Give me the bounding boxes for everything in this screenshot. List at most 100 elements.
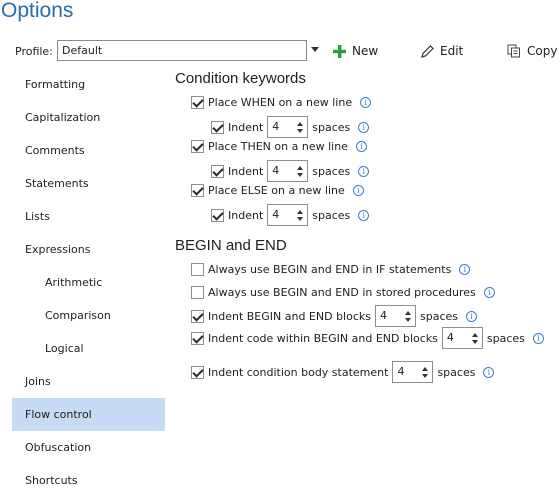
sidebar-item-expressions[interactable]: Expressions [12,233,165,266]
then-spaces-stepper[interactable]: 4 [267,160,309,182]
else-indent-label: Indent [228,208,264,222]
indent-blocks-stepper[interactable]: 4 [375,305,416,327]
when-spaces-stepper[interactable]: 4 [267,116,309,138]
info-icon[interactable]: i [352,185,364,196]
sidebar-item-obfuscation[interactable]: Obfuscation [12,431,165,464]
then-indent-row: Indent 4 spaces i [211,160,370,182]
stored-procedures-label: Always use BEGIN and END in stored proce… [208,286,476,299]
sidebar-item-comparison[interactable]: Comparison [12,299,165,332]
new-profile-label: New [352,44,379,58]
indent-condition-row: Indent condition body statement 4 spaces… [191,361,495,383]
copy-icon [507,44,520,58]
else-indent-checkbox[interactable] [211,208,224,222]
info-icon[interactable]: i [459,264,471,275]
plus-icon [333,44,346,58]
section-heading-begin-end: BEGIN and END [175,237,287,254]
stepper-up-icon[interactable] [405,311,411,315]
info-icon[interactable]: i [483,366,495,378]
stepper-up-icon[interactable] [297,166,304,170]
indent-condition-unit: spaces [437,365,476,379]
indent-blocks-label: Indent BEGIN and END blocks [208,309,371,323]
indent-condition-label: Indent condition body statement [208,365,389,379]
indent-blocks-row: Indent BEGIN and END blocks 4 spaces i [191,305,478,327]
info-icon[interactable]: i [532,332,544,344]
stepper-down-icon[interactable] [297,173,304,177]
stepper-up-icon[interactable] [471,333,478,337]
else-newline-label: Place ELSE on a new line [208,184,345,197]
sidebar-item-capitalization[interactable]: Capitalization [12,101,165,134]
when-indent-label: Indent [228,120,264,134]
stepper-down-icon[interactable] [297,129,304,133]
sidebar-item-statements[interactable]: Statements [12,167,165,200]
else-spaces-unit: spaces [312,208,351,222]
else-spaces-stepper[interactable]: 4 [267,204,309,226]
stepper-up-icon[interactable] [297,122,304,126]
then-spaces-value[interactable]: 4 [268,161,294,181]
then-indent-checkbox[interactable] [211,164,224,178]
edit-profile-label: Edit [440,44,464,58]
then-newline-checkbox[interactable] [191,140,204,153]
then-spaces-unit: spaces [312,164,351,178]
sidebar-item-arithmetic[interactable]: Arithmetic [12,266,165,299]
else-indent-row: Indent 4 spaces i [211,204,370,226]
indent-code-unit: spaces [486,331,525,345]
section-heading-condition: Condition keywords [175,70,306,87]
pencil-icon [421,44,434,58]
when-option-row: Place WHEN on a new line i [191,96,372,109]
copy-profile-button[interactable]: Copy [507,42,557,60]
info-icon[interactable]: i [466,310,478,322]
options-sidebar: Formatting Capitalization Comments State… [12,68,165,497]
if-statements-label: Always use BEGIN and END in IF statement… [208,263,452,276]
stepper-up-icon[interactable] [422,367,429,371]
indent-code-checkbox[interactable] [191,331,204,345]
profile-label: Profile: [15,45,53,58]
stepper-down-icon[interactable] [422,374,429,378]
stepper-down-icon[interactable] [471,340,478,344]
profile-select[interactable]: Default [57,40,307,61]
copy-profile-label: Copy [527,44,558,58]
sidebar-item-logical[interactable]: Logical [12,332,165,365]
if-statements-row: Always use BEGIN and END in IF statement… [191,263,471,276]
stepper-down-icon[interactable] [297,217,304,221]
indent-blocks-checkbox[interactable] [191,309,204,323]
info-icon[interactable]: i [358,165,370,177]
when-spaces-value[interactable]: 4 [268,117,294,137]
info-icon[interactable]: i [355,141,367,152]
then-option-row: Place THEN on a new line i [191,140,367,153]
stepper-up-icon[interactable] [297,210,304,214]
indent-code-stepper[interactable]: 4 [441,327,483,349]
stored-procedures-checkbox[interactable] [191,286,204,299]
sidebar-item-joins[interactable]: Joins [12,365,165,398]
else-option-row: Place ELSE on a new line i [191,184,364,197]
indent-condition-stepper[interactable]: 4 [392,361,434,383]
when-newline-label: Place WHEN on a new line [208,96,353,109]
else-newline-checkbox[interactable] [191,184,204,197]
indent-condition-value[interactable]: 4 [393,362,419,382]
sidebar-item-comments[interactable]: Comments [12,134,165,167]
info-icon[interactable]: i [358,121,370,133]
chevron-down-icon[interactable] [311,47,319,52]
indent-condition-checkbox[interactable] [191,365,204,379]
stepper-down-icon[interactable] [405,318,411,322]
when-indent-row: Indent 4 spaces i [211,116,370,138]
when-newline-checkbox[interactable] [191,96,204,109]
if-statements-checkbox[interactable] [191,263,204,276]
indent-code-value[interactable]: 4 [443,328,469,348]
stored-procedures-row: Always use BEGIN and END in stored proce… [191,286,495,299]
sidebar-item-formatting[interactable]: Formatting [12,68,165,101]
sidebar-item-flow-control[interactable]: Flow control [12,398,165,431]
page-title: Options [1,0,74,22]
indent-blocks-value[interactable]: 4 [376,306,402,326]
info-icon[interactable]: i [483,287,495,298]
when-indent-checkbox[interactable] [211,120,224,134]
edit-profile-button[interactable]: Edit [421,42,463,60]
then-indent-label: Indent [228,164,264,178]
new-profile-button[interactable]: New [333,42,378,60]
info-icon[interactable]: i [360,97,372,108]
else-spaces-value[interactable]: 4 [268,205,294,225]
sidebar-item-shortcuts[interactable]: Shortcuts [12,464,165,497]
sidebar-item-lists[interactable]: Lists [12,200,165,233]
indent-blocks-unit: spaces [420,309,459,323]
then-newline-label: Place THEN on a new line [208,140,348,153]
info-icon[interactable]: i [358,209,370,221]
